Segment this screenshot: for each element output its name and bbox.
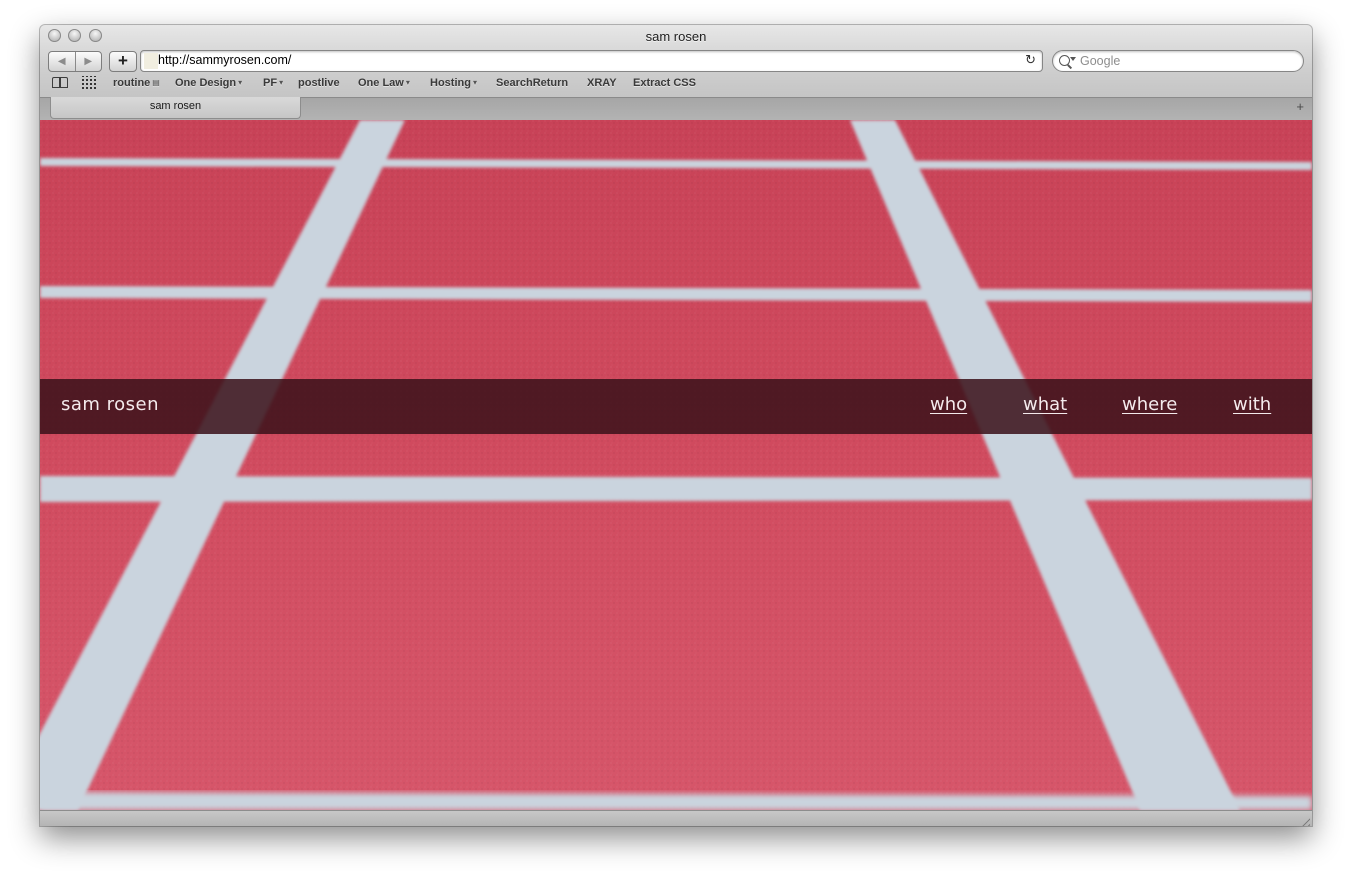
bookmark-hosting[interactable]: Hosting ▾ [430,77,477,89]
forward-arrow-icon: ▶ [84,56,93,67]
back-arrow-icon: ◀ [57,56,66,67]
bookmark-xray[interactable]: XRAY [587,77,617,89]
running-track-photo [40,120,1312,810]
nav-link-what[interactable]: what [1023,394,1067,415]
site-header-bar: sam rosen who what where with [40,379,1312,434]
nav-link-who[interactable]: who [930,394,967,415]
reload-icon[interactable]: ↻ [1025,52,1036,68]
bookmarks-book-icon[interactable] [52,77,68,88]
chevron-down-icon: ▾ [279,78,284,87]
bookmark-pf[interactable]: PF ▾ [263,77,283,89]
tab-label: sam rosen [149,100,202,112]
back-button[interactable]: ◀ [49,52,75,71]
bookmark-label: One Law [358,77,404,89]
window-title: sam rosen [645,29,707,44]
tab-sam-rosen[interactable]: sam rosen [50,97,301,119]
favicon [144,53,158,69]
chevron-down-icon: ▾ [472,78,477,87]
nav-link-where[interactable]: where [1122,394,1177,415]
search-menu-arrow-icon[interactable] [1070,57,1076,61]
bookmark-label: XRAY [587,77,617,89]
add-bookmark-button[interactable]: + [109,51,137,72]
bookmark-routine[interactable]: routine ▤ [113,77,160,89]
bookmark-label: Extract CSS [633,77,696,89]
bookmarks-bar: routine ▤ One Design ▾ PF ▾ postlive One La… [40,75,1312,93]
browser-window: sam rosen ◀ ▶ + http://sammyrosen.com/ ↻ [40,25,1312,826]
site-title[interactable]: sam rosen [61,394,159,415]
bookmark-extract-css[interactable]: Extract CSS [633,77,696,89]
toolbar: ◀ ▶ + http://sammyrosen.com/ ↻ Google [40,49,1312,73]
bookmark-label: One Design [175,77,237,89]
bookmark-searchreturn[interactable]: SearchReturn [496,77,568,89]
plus-icon: + [118,51,128,70]
search-icon[interactable] [1059,55,1070,66]
chevron-down-icon: ▾ [238,78,243,87]
new-tab-icon[interactable]: + [1296,99,1304,114]
page-content: sam rosen who what where with [40,120,1312,810]
back-forward-control: ◀ ▶ [48,51,102,72]
forward-button[interactable]: ▶ [74,52,102,71]
chevron-down-icon: ▾ [405,78,410,87]
bookmark-postlive[interactable]: postlive [298,77,340,89]
top-sites-grid-icon[interactable] [82,76,96,89]
bookmark-label: SearchReturn [496,77,569,89]
url-text: http://sammyrosen.com/ [158,53,292,67]
bookmark-one-law[interactable]: One Law ▾ [358,77,410,89]
bookmark-label: routine [113,77,151,89]
bookmark-label: PF [263,77,278,89]
title-bar: sam rosen [40,25,1312,47]
search-field[interactable]: Google [1052,50,1304,72]
folder-menu-icon: ▤ [152,78,160,87]
bookmark-label: Hosting [430,77,471,89]
address-bar[interactable]: http://sammyrosen.com/ ↻ [140,50,1043,72]
bookmark-label: postlive [298,77,340,89]
tab-strip: sam rosen + [40,97,1312,120]
nav-link-with[interactable]: with [1233,394,1271,415]
status-bar [40,810,1312,826]
bookmark-one-design[interactable]: One Design ▾ [175,77,242,89]
search-placeholder: Google [1080,54,1121,68]
browser-chrome: sam rosen ◀ ▶ + http://sammyrosen.com/ ↻ [40,25,1312,120]
resize-grip-icon[interactable] [1299,815,1310,826]
